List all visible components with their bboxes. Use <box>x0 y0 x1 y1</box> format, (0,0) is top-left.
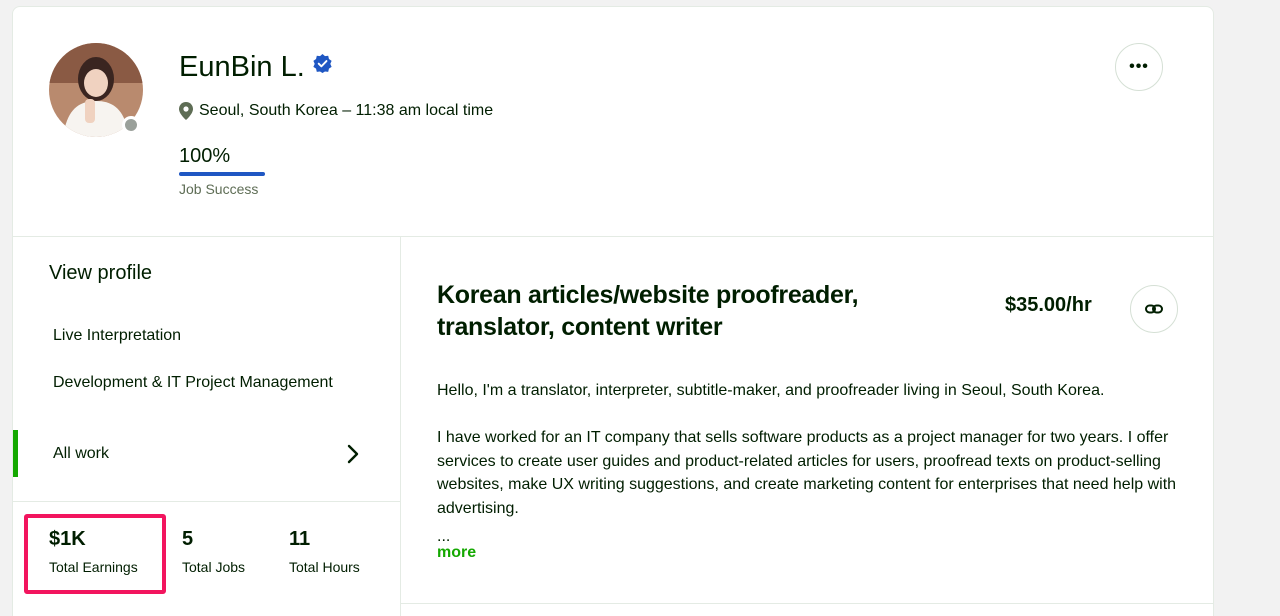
sidebar-item-development-it[interactable]: Development & IT Project Management <box>53 371 333 395</box>
divider <box>401 603 1213 604</box>
hourly-rate: $35.00/hr <box>1005 294 1092 316</box>
description-paragraph: Hello, I'm a translator, interpreter, su… <box>437 382 1105 399</box>
total-jobs-value: 5 <box>182 528 194 550</box>
location-pin-icon <box>179 102 193 120</box>
profile-description: Hello, I'm a translator, interpreter, su… <box>437 379 1182 545</box>
total-earnings-label: Total Earnings <box>49 559 138 575</box>
profile-main: Korean articles/website proofreader, tra… <box>401 237 1213 616</box>
total-hours-value: 11 <box>289 528 311 550</box>
total-earnings-value: $1K <box>49 528 86 550</box>
link-icon <box>1145 304 1163 314</box>
total-jobs-label: Total Jobs <box>182 559 246 575</box>
more-options-button[interactable]: ••• <box>1115 43 1163 91</box>
profile-card: EunBin L. Seoul, South Korea – 11:38 am … <box>12 6 1214 616</box>
active-indicator <box>13 430 18 477</box>
job-success-label: Job Success <box>179 181 259 197</box>
offline-status-dot <box>122 116 140 134</box>
profile-title: Korean articles/website proofreader, tra… <box>437 281 859 341</box>
highlight-box <box>24 514 166 594</box>
verified-badge-icon <box>313 54 332 73</box>
copy-link-button[interactable] <box>1130 285 1178 333</box>
sidebar-item-all-work[interactable]: All work <box>53 442 333 466</box>
profile-header: EunBin L. Seoul, South Korea – 11:38 am … <box>13 7 1213 237</box>
sidebar-item-live-interpretation[interactable]: Live Interpretation <box>53 324 333 348</box>
location-row: Seoul, South Korea – 11:38 am local time <box>179 102 493 120</box>
stats-row: $1K Total Earnings 5 Total Jobs 11 Total… <box>13 501 400 601</box>
name-text: EunBin L. <box>179 51 305 83</box>
job-success-bar <box>179 172 265 176</box>
chevron-right-icon[interactable] <box>346 443 360 465</box>
freelancer-name: EunBin L. <box>179 51 332 84</box>
profile-sidebar: View profile Live Interpretation Develop… <box>13 237 401 616</box>
location-text: Seoul, South Korea – 11:38 am local time <box>199 102 494 119</box>
job-success-value: 100% <box>179 145 231 167</box>
view-profile-heading: View profile <box>49 262 153 284</box>
total-hours-label: Total Hours <box>289 559 360 575</box>
ellipsis-icon: ••• <box>1129 58 1149 75</box>
more-link[interactable]: more <box>437 544 476 562</box>
description-paragraph: I have worked for an IT company that sel… <box>437 429 1177 517</box>
